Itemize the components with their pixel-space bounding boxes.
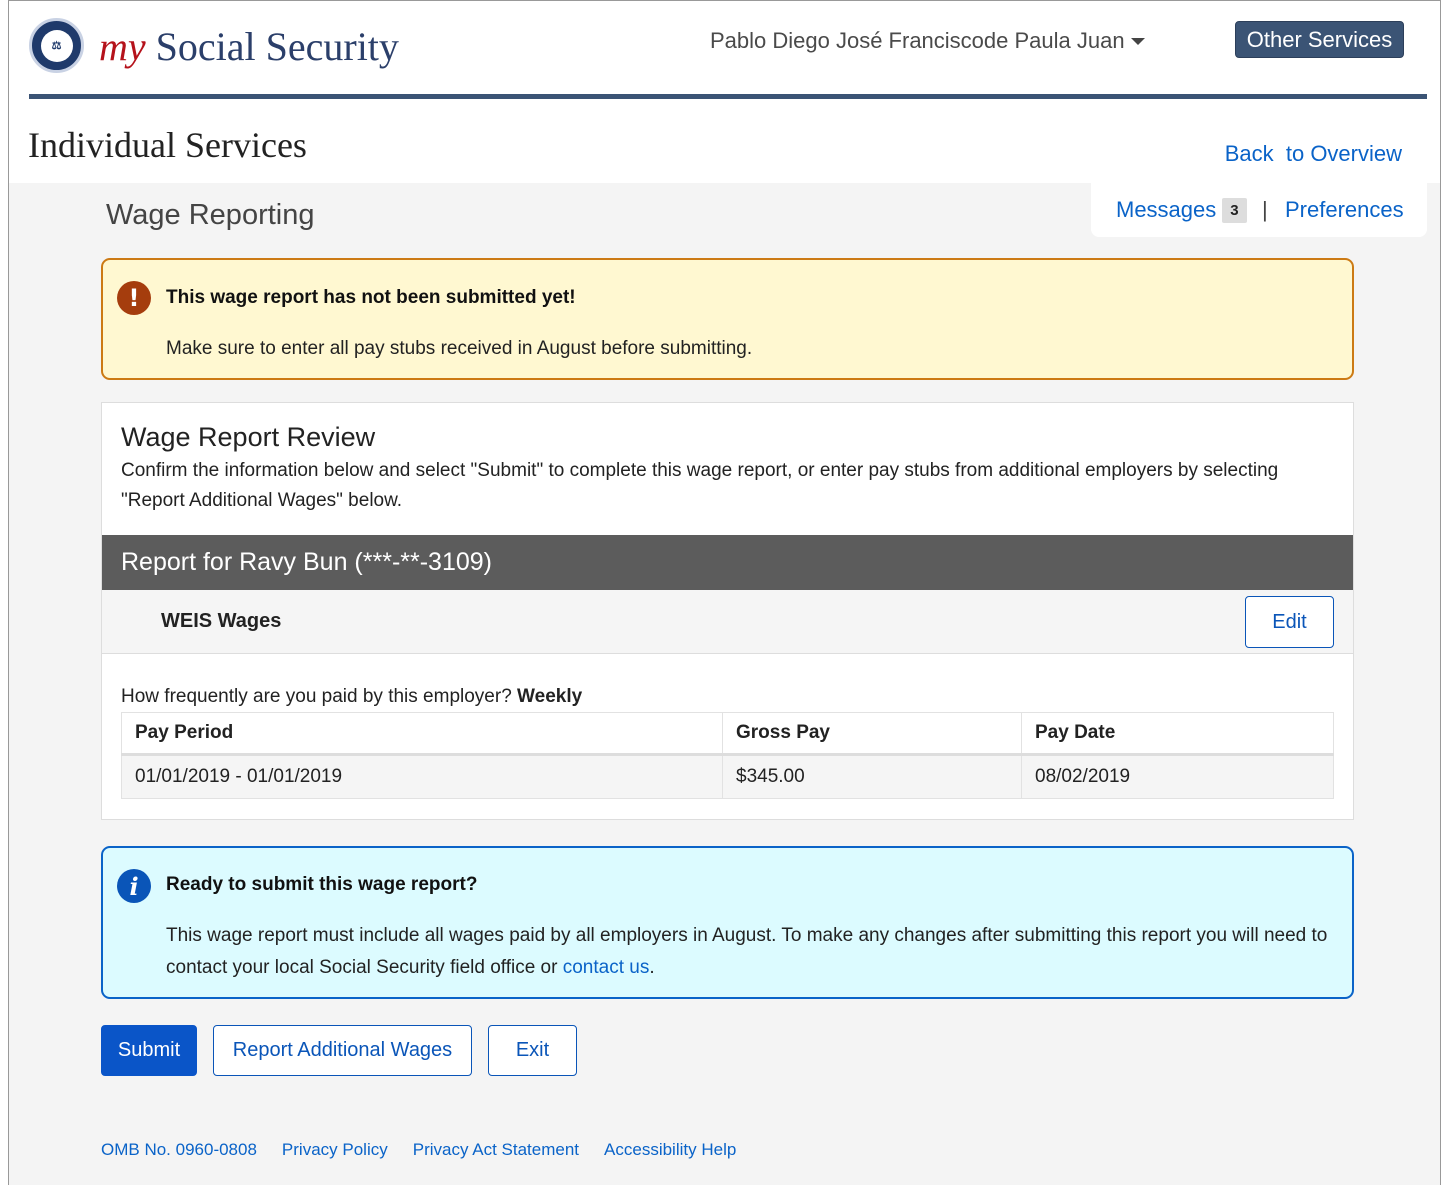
user-name: Pablo Diego José Franciscode Paula Juan (710, 28, 1125, 53)
info-circle-icon: i (117, 869, 151, 903)
brand-name: Social Security (155, 24, 399, 69)
info-alert-text: This wage report must include all wages … (166, 925, 1328, 978)
column-header-pay-date: Pay Date (1021, 712, 1334, 756)
other-services-button[interactable]: Other Services (1235, 21, 1404, 58)
column-header-gross-pay: Gross Pay (722, 712, 1022, 756)
column-header-pay-period: Pay Period (121, 712, 723, 756)
info-alert: i Ready to submit this wage report? This… (101, 846, 1354, 999)
section-title: Individual Services (28, 125, 307, 165)
warning-alert: ! This wage report has not been submitte… (101, 258, 1354, 380)
exit-button[interactable]: Exit (488, 1025, 577, 1076)
footer-link-accessibility[interactable]: Accessibility Help (604, 1140, 736, 1160)
pay-frequency: How frequently are you paid by this empl… (121, 686, 582, 708)
footer-link-omb[interactable]: OMB No. 0960-0808 (101, 1140, 257, 1160)
footer-link-privacy-act[interactable]: Privacy Act Statement (413, 1140, 579, 1160)
site-logo-text[interactable]: my Social Security (99, 23, 399, 70)
cell-pay-date: 08/02/2019 (1021, 754, 1334, 799)
wage-report-review-card: Wage Report Review Confirm the informati… (101, 402, 1354, 820)
back-to-overview-link[interactable]: Back to Overview (1225, 141, 1402, 167)
edit-button[interactable]: Edit (1245, 596, 1334, 648)
info-alert-trailing: . (649, 957, 655, 978)
pay-stub-table: Pay Period Gross Pay Pay Date 01/01/2019… (121, 712, 1334, 799)
ssa-seal-icon: ⚖ (29, 18, 84, 73)
report-for-header: Report for Ravy Bun (***-**-3109) (102, 535, 1353, 590)
employer-name: WEIS Wages (161, 610, 282, 632)
pay-frequency-question: How frequently are you paid by this empl… (121, 686, 512, 707)
pay-frequency-value: Weekly (517, 686, 583, 707)
user-menu[interactable]: Pablo Diego José Franciscode Paula Juan (710, 28, 1145, 54)
cell-gross-pay: $345.00 (722, 754, 1022, 799)
contact-us-link[interactable]: contact us (563, 957, 650, 978)
page-title: Wage Reporting (106, 199, 315, 231)
section-header: Individual Services Back to Overview (9, 99, 1440, 183)
table-header-row: Pay Period Gross Pay Pay Date (121, 712, 1334, 756)
card-title: Wage Report Review (121, 422, 376, 452)
card-description: Confirm the information below and select… (121, 460, 1279, 511)
footer-link-privacy-policy[interactable]: Privacy Policy (282, 1140, 388, 1160)
caret-down-icon (1130, 37, 1145, 45)
table-row: 01/01/2019 - 01/01/2019 $345.00 08/02/20… (121, 754, 1334, 799)
submit-button[interactable]: Submit (101, 1025, 197, 1076)
messages-count-badge: 3 (1222, 197, 1247, 223)
employer-row: WEIS Wages Edit (102, 590, 1353, 654)
warning-alert-title: This wage report has not been submitted … (166, 287, 576, 308)
cell-pay-period: 01/01/2019 - 01/01/2019 (121, 754, 723, 799)
report-additional-wages-button[interactable]: Report Additional Wages (213, 1025, 472, 1076)
nav-separator: | (1262, 197, 1268, 222)
preferences-link[interactable]: Preferences (1285, 197, 1404, 223)
warning-alert-body: Make sure to enter all pay stubs receive… (166, 338, 753, 359)
brand-my: my (99, 24, 146, 69)
messages-link[interactable]: Messages 3 (1116, 197, 1247, 223)
footer-links: OMB No. 0960-0808 Privacy Policy Privacy… (101, 1140, 736, 1160)
page-frame: ⚖ my Social Security Pablo Diego José Fra… (8, 0, 1441, 1185)
info-alert-title: Ready to submit this wage report? (166, 874, 478, 895)
info-alert-body: This wage report must include all wages … (166, 920, 1336, 984)
messages-label: Messages (1116, 197, 1217, 222)
site-header: ⚖ my Social Security Pablo Diego José Fra… (9, 1, 1440, 99)
exclamation-circle-icon: ! (117, 281, 151, 315)
